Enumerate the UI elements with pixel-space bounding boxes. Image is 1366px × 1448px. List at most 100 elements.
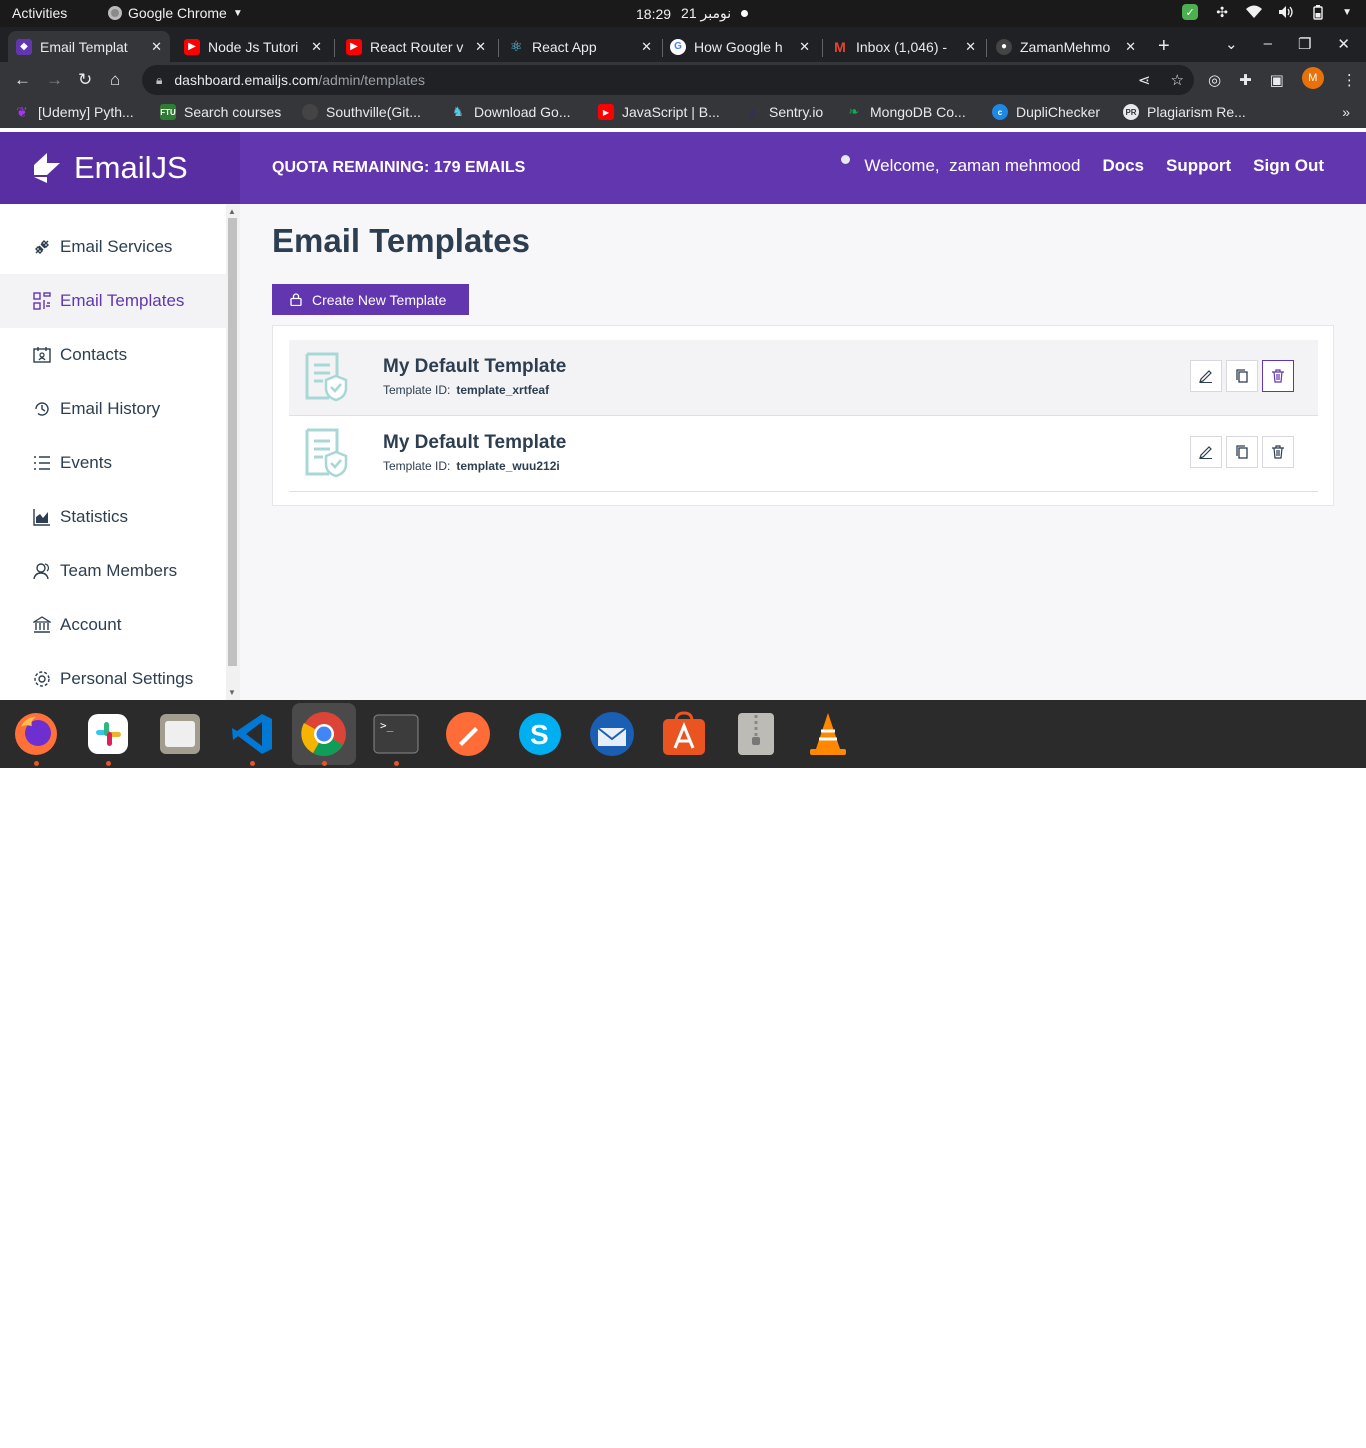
clock[interactable]: 18:29 21 نومبر <box>636 5 749 22</box>
address-bar[interactable]: 🔒︎ dashboard.emailjs.com/admin/templates… <box>142 65 1194 95</box>
star-icon[interactable]: ☆ <box>1171 71 1184 89</box>
scroll-down-arrow-icon[interactable]: ▼ <box>228 688 236 697</box>
maximize-icon[interactable]: ❐ <box>1298 35 1311 53</box>
app-menu[interactable]: Google Chrome ▼ <box>108 5 243 21</box>
tab-title: How Google h <box>694 38 783 55</box>
skype-icon[interactable]: S <box>516 710 564 758</box>
archive-manager-icon[interactable] <box>732 710 780 758</box>
extension-target-icon[interactable]: ◎ <box>1208 71 1221 89</box>
bookmark-label: JavaScript | B... <box>622 104 720 120</box>
activities-button[interactable]: Activities <box>12 5 67 21</box>
running-indicator <box>34 761 39 766</box>
close-icon[interactable]: ✕ <box>965 39 976 55</box>
create-new-template-button[interactable]: Create New Template <box>272 284 469 315</box>
puzzle-icon[interactable]: ✚ <box>1239 71 1252 89</box>
forward-arrow-icon[interactable]: → <box>46 70 63 90</box>
tab-how-google[interactable]: G How Google h ✕ <box>662 31 818 62</box>
template-name[interactable]: My Default Template <box>383 432 566 454</box>
sidebar-item-label: Personal Settings <box>60 669 194 688</box>
sidebar-item-statistics[interactable]: Statistics <box>0 490 226 544</box>
postman-icon[interactable] <box>444 710 492 758</box>
bookmark-southville[interactable]: Southville(Git... <box>302 104 421 120</box>
vscode-icon[interactable] <box>228 710 276 758</box>
scroll-up-arrow-icon[interactable]: ▲ <box>228 207 236 216</box>
bookmark-duplichecker[interactable]: c DupliChecker <box>992 104 1100 120</box>
delete-button[interactable] <box>1262 436 1294 468</box>
emailjs-logo[interactable]: EmailJS <box>0 132 240 204</box>
support-link[interactable]: Support <box>1166 156 1231 176</box>
running-indicator <box>106 761 111 766</box>
close-icon[interactable]: ✕ <box>641 39 652 55</box>
slack-icon[interactable] <box>84 710 132 758</box>
vlc-icon[interactable] <box>804 710 852 758</box>
tab-react-router[interactable]: ▶ React Router v ✕ <box>338 31 494 62</box>
lock-icon[interactable]: 🔒︎ <box>156 73 162 88</box>
tab-zaman-github[interactable]: ● ZamanMehmo ✕ <box>988 31 1144 62</box>
ftu-favicon: FTU <box>160 104 176 120</box>
kebab-menu-icon[interactable]: ⋮ <box>1342 71 1357 89</box>
side-panel-icon[interactable]: ▣ <box>1270 71 1284 89</box>
chevron-right-icon[interactable]: » <box>1342 104 1350 120</box>
edit-button[interactable] <box>1190 360 1222 392</box>
bookmark-search-courses[interactable]: FTU Search courses <box>160 104 281 120</box>
files-icon[interactable] <box>156 710 204 758</box>
new-tab-button[interactable]: + <box>1158 35 1170 58</box>
close-icon[interactable]: ✕ <box>799 39 810 55</box>
home-icon[interactable]: ⌂ <box>110 70 120 90</box>
bookmark-download-go[interactable]: ♞ Download Go... <box>450 104 570 120</box>
bookmark-javascript[interactable]: ▶ JavaScript | B... <box>598 104 720 120</box>
tab-inbox[interactable]: M Inbox (1,046) - ✕ <box>824 31 984 62</box>
close-icon[interactable]: ✕ <box>475 39 486 55</box>
duplicate-button[interactable] <box>1226 360 1258 392</box>
reload-icon[interactable]: ↻ <box>78 70 92 90</box>
close-icon[interactable]: ✕ <box>311 39 322 55</box>
show-applications-icon[interactable] <box>1314 1418 1344 1448</box>
tab-node-js[interactable]: ▶ Node Js Tutori ✕ <box>176 31 330 62</box>
sidebar-item-email-services[interactable]: Email Services <box>0 220 226 274</box>
sidebar-item-email-history[interactable]: Email History <box>0 382 226 436</box>
duplicate-button[interactable] <box>1226 436 1258 468</box>
close-icon[interactable]: ✕ <box>1125 39 1136 55</box>
tab-email-templates[interactable]: ◆ Email Templat ✕ <box>8 31 170 62</box>
thunderbird-icon[interactable] <box>588 710 636 758</box>
tab-title: React App <box>532 38 597 55</box>
sidebar-scrollbar-thumb[interactable] <box>228 218 237 666</box>
system-tray[interactable]: ✓ ✣ ▼ <box>1182 4 1352 20</box>
share-icon[interactable]: ⋖ <box>1138 71 1151 89</box>
template-name[interactable]: My Default Template <box>383 356 566 378</box>
running-indicator <box>394 761 399 766</box>
sidebar-item-events[interactable]: Events <box>0 436 226 490</box>
back-arrow-icon[interactable]: ← <box>14 70 31 90</box>
edit-button[interactable] <box>1190 436 1222 468</box>
sidebar-item-contacts[interactable]: Contacts <box>0 328 226 382</box>
sidebar-item-personal-settings[interactable]: Personal Settings <box>0 652 226 700</box>
software-center-icon[interactable] <box>660 710 708 758</box>
template-id: Template ID: template_wuu212i <box>383 459 560 473</box>
sidebar-item-team-members[interactable]: Team Members <box>0 544 226 598</box>
sidebar-item-account[interactable]: Account <box>0 598 226 652</box>
udemy-favicon: ❦ <box>16 103 28 120</box>
profile-avatar[interactable]: M <box>1301 67 1324 89</box>
table-row[interactable]: My Default Template Template ID: template… <box>289 340 1318 416</box>
close-icon[interactable]: ✕ <box>151 39 162 55</box>
url-path: /admin/templates <box>318 72 425 88</box>
firefox-icon[interactable] <box>12 710 60 758</box>
docs-link[interactable]: Docs <box>1102 156 1144 176</box>
sidebar-item-email-templates[interactable]: Email Templates <box>0 274 226 328</box>
sign-out-link[interactable]: Sign Out <box>1253 156 1324 176</box>
tab-react-app[interactable]: ⚛ React App ✕ <box>500 31 660 62</box>
running-indicator <box>250 761 255 766</box>
bookmark-mongodb[interactable]: ❧ MongoDB Co... <box>846 104 966 120</box>
bookmark-udemy[interactable]: ❦ [Udemy] Pyth... <box>14 103 134 121</box>
minimize-icon[interactable]: – <box>1264 35 1272 53</box>
bookmark-sentry[interactable]: ◭ Sentry.io <box>745 104 823 120</box>
bookmark-plagiarism[interactable]: PR Plagiarism Re... <box>1123 104 1246 120</box>
tab-search-chevron-icon[interactable]: ⌄ <box>1225 35 1238 53</box>
toolbar-extensions: ◎ ✚ ▣ M ⋮ <box>1208 67 1357 89</box>
contacts-icon <box>32 345 52 365</box>
delete-button[interactable] <box>1262 360 1294 392</box>
close-window-icon[interactable]: ✕ <box>1337 35 1350 53</box>
table-row[interactable]: My Default Template Template ID: template… <box>289 416 1318 492</box>
chrome-icon[interactable] <box>292 703 356 765</box>
terminal-icon[interactable]: >_ <box>372 710 420 758</box>
